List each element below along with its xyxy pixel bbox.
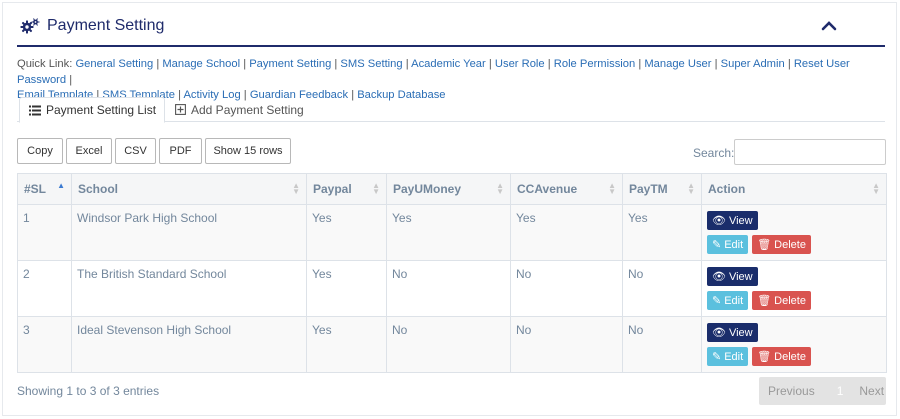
cell-sl: 1	[17, 204, 72, 261]
cell-sl: 2	[17, 260, 72, 317]
next-button[interactable]: Next	[859, 384, 884, 398]
delete-button[interactable]: 🗑 Delete	[752, 291, 811, 310]
cell-payumoney: No	[386, 260, 511, 317]
cell-paypal: Yes	[306, 316, 387, 373]
tab-payment-setting-list[interactable]: Payment Setting List	[19, 97, 166, 123]
cell-payumoney: No	[386, 316, 511, 373]
quick-link-sms-setting[interactable]: SMS Setting	[340, 58, 402, 70]
cell-paytm: Yes	[622, 204, 702, 261]
tab-add-payment-setting[interactable]: Add Payment Setting	[167, 97, 312, 122]
cell-ccavenue: No	[510, 260, 623, 317]
edit-icon: ✎	[712, 295, 722, 307]
table-row: 3 Ideal Stevenson High School Yes No No …	[17, 316, 887, 373]
search-input[interactable]	[734, 139, 886, 165]
quick-link-manage-school[interactable]: Manage School	[162, 58, 240, 70]
sort-icon: ▲ ▼	[608, 181, 616, 196]
delete-button[interactable]: 🗑 Delete	[752, 347, 811, 366]
tab-bar: Payment Setting List Add Payment Setting	[17, 97, 885, 123]
col-header-paypal[interactable]: Paypal ▲ ▼	[306, 173, 387, 205]
view-button[interactable]: 👁 View	[707, 323, 758, 342]
cell-action: 👁 View ✎ Edit 🗑 Delete	[701, 204, 887, 261]
cell-paytm: No	[622, 260, 702, 317]
cell-action: 👁 View ✎ Edit 🗑 Delete	[701, 316, 887, 373]
trash-icon: 🗑	[757, 295, 772, 307]
tab-add-label: Add Payment Setting	[191, 102, 304, 117]
delete-button[interactable]: 🗑 Delete	[752, 235, 811, 254]
plus-square-icon	[175, 104, 186, 115]
edit-button[interactable]: ✎ Edit	[707, 347, 749, 366]
view-button[interactable]: 👁 View	[707, 211, 758, 230]
quick-link-payment-setting[interactable]: Payment Setting	[249, 58, 331, 70]
col-header-sl[interactable]: #SL ▲	[17, 173, 72, 205]
quick-link-manage-user[interactable]: Manage User	[644, 58, 711, 70]
csv-button[interactable]: CSV	[115, 138, 156, 164]
pdf-button[interactable]: PDF	[159, 138, 202, 164]
previous-button[interactable]: Previous	[768, 384, 815, 398]
tab-list-label: Payment Setting List	[46, 103, 157, 117]
edit-icon: ✎	[712, 351, 722, 363]
panel-header: Payment Setting	[17, 11, 885, 47]
quick-link-academic-year[interactable]: Academic Year	[411, 58, 486, 70]
cell-ccavenue: No	[510, 316, 623, 373]
cell-paytm: No	[622, 316, 702, 373]
export-buttons: Copy Excel CSV PDF Show 15 rows	[17, 138, 291, 164]
col-header-school[interactable]: School ▲ ▼	[71, 173, 307, 205]
sort-icon: ▲ ▼	[872, 181, 880, 196]
payment-settings-table: #SL ▲ School ▲ ▼ Paypal ▲ ▼ PayUMoney ▲ ▼ CCAve…	[17, 173, 887, 373]
panel-title-text: Payment Setting	[47, 17, 165, 34]
quick-link-super-admin[interactable]: Super Admin	[721, 58, 785, 70]
cell-payumoney: Yes	[386, 204, 511, 261]
eye-icon: 👁	[712, 271, 726, 283]
table-row: 2 The British Standard School Yes No No …	[17, 260, 887, 317]
copy-button[interactable]: Copy	[17, 138, 63, 164]
quick-link-user-role[interactable]: User Role	[495, 58, 545, 70]
trash-icon: 🗑	[757, 351, 772, 363]
edit-button[interactable]: ✎ Edit	[707, 291, 749, 310]
eye-icon: 👁	[712, 215, 726, 227]
chevron-up-icon[interactable]	[821, 19, 837, 33]
eye-icon: 👁	[712, 327, 726, 339]
quick-link-label: Quick Link:	[17, 58, 73, 70]
list-icon	[29, 105, 41, 115]
table-info: Showing 1 to 3 of 3 entries	[17, 384, 160, 398]
table-row: 1 Windsor Park High School Yes Yes Yes Y…	[17, 204, 887, 261]
edit-button[interactable]: ✎ Edit	[707, 235, 749, 254]
cell-school: Windsor Park High School	[71, 204, 307, 261]
edit-icon: ✎	[712, 239, 722, 251]
sort-asc-icon: ▲	[57, 181, 65, 190]
cell-paypal: Yes	[306, 204, 387, 261]
col-header-payumoney[interactable]: PayUMoney ▲ ▼	[386, 173, 511, 205]
sort-icon: ▲ ▼	[496, 181, 504, 196]
pagination: Previous 1 Next	[759, 377, 886, 405]
col-header-action[interactable]: Action ▲ ▼	[701, 173, 887, 205]
table-header-row: #SL ▲ School ▲ ▼ Paypal ▲ ▼ PayUMoney ▲ ▼ CCAve…	[17, 173, 887, 205]
sort-icon: ▲ ▼	[292, 181, 300, 196]
panel-title: Payment Setting	[20, 17, 164, 35]
show-rows-button[interactable]: Show 15 rows	[205, 138, 291, 164]
cell-action: 👁 View ✎ Edit 🗑 Delete	[701, 260, 887, 317]
col-header-paytm[interactable]: PayTM ▲ ▼	[622, 173, 702, 205]
gears-icon	[20, 18, 40, 34]
payment-setting-panel: Payment Setting Quick Link: General Sett…	[2, 2, 897, 416]
sort-icon: ▲ ▼	[687, 181, 695, 196]
page-1-button[interactable]: 1	[837, 384, 844, 398]
cell-ccavenue: Yes	[510, 204, 623, 261]
cell-paypal: Yes	[306, 260, 387, 317]
view-button[interactable]: 👁 View	[707, 267, 758, 286]
cell-school: The British Standard School	[71, 260, 307, 317]
cell-school: Ideal Stevenson High School	[71, 316, 307, 373]
quick-link-role-permission[interactable]: Role Permission	[554, 58, 635, 70]
excel-button[interactable]: Excel	[66, 138, 112, 164]
sort-icon: ▲ ▼	[372, 181, 380, 196]
quick-link-general-setting[interactable]: General Setting	[75, 58, 153, 70]
col-header-ccavenue[interactable]: CCAvenue ▲ ▼	[510, 173, 623, 205]
search-label: Search:	[693, 146, 735, 160]
trash-icon: 🗑	[757, 239, 772, 251]
cell-sl: 3	[17, 316, 72, 373]
